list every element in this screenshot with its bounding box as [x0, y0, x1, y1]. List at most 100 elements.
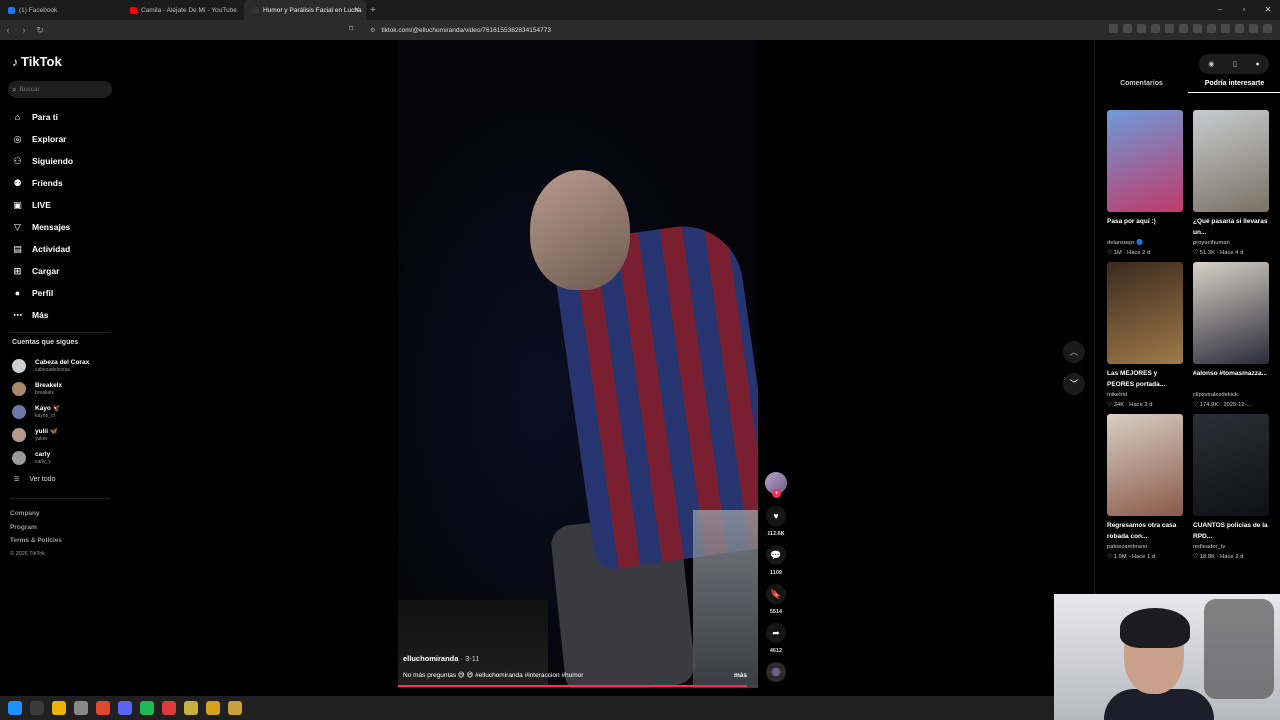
- back-icon[interactable]: ‹: [0, 25, 16, 35]
- video-author[interactable]: clipsviralesdekick: [1193, 390, 1269, 400]
- extension-icon[interactable]: [1249, 24, 1258, 33]
- reload-icon[interactable]: ↻: [32, 25, 48, 36]
- extension-icon[interactable]: [1179, 24, 1188, 33]
- forward-icon[interactable]: ›: [16, 25, 32, 35]
- sidebar-item-explorar[interactable]: ◎ Explorar: [11, 128, 73, 150]
- tiktok-logo[interactable]: ♪ TikTok: [12, 54, 62, 69]
- suggested-video-card[interactable]: Pasa por aquí :) delarosepr 🔵 ♡ 1M · Hace …: [1107, 110, 1183, 258]
- extension-icon[interactable]: [1137, 24, 1146, 33]
- following-account[interactable]: yulii 🦋 yulixv: [12, 423, 89, 446]
- taskbar-app-icon[interactable]: [206, 701, 220, 715]
- suggested-video-card[interactable]: CUANTOS policias de la RPD... redleader_t…: [1193, 414, 1269, 562]
- sidebar-item-siguiendo[interactable]: ⚇ Siguiendo: [11, 150, 73, 172]
- video-thumbnail[interactable]: [1107, 262, 1183, 364]
- suggested-video-card[interactable]: Las MEJORES y PEORES portada... mikelrid ♡…: [1107, 262, 1183, 410]
- video-thumbnail[interactable]: [1193, 110, 1269, 212]
- phone-icon[interactable]: ▯: [1233, 60, 1237, 68]
- video-thumbnail[interactable]: [1193, 262, 1269, 364]
- taskbar-app-icon[interactable]: [118, 701, 132, 715]
- tab-suggestions[interactable]: Podría interesarte: [1188, 80, 1280, 93]
- footer-link-program[interactable]: Program: [10, 521, 62, 535]
- site-info-icon[interactable]: ⚙: [370, 27, 375, 34]
- following-account[interactable]: Breakelx breakelx: [12, 377, 89, 400]
- close-tab-icon[interactable]: ✕: [354, 6, 360, 14]
- video-author[interactable]: proyecthuman: [1193, 238, 1269, 248]
- search-box[interactable]: ⌕: [8, 81, 112, 98]
- tab-comments[interactable]: Comentarios: [1095, 80, 1188, 93]
- sidebar-item-mensajes[interactable]: ▽ Mensajes: [11, 216, 73, 238]
- extension-icon[interactable]: [1109, 24, 1118, 33]
- extension-icon[interactable]: [1165, 24, 1174, 33]
- bookmark-icon[interactable]: ⌑: [349, 24, 353, 33]
- sidebar-item-más[interactable]: ⋯ Más: [11, 304, 73, 326]
- description-more-link[interactable]: más: [734, 672, 747, 679]
- video-player[interactable]: elluchomiranda · 3-11 No más preguntas 😅…: [398, 40, 758, 688]
- minimize-icon[interactable]: –: [1208, 0, 1232, 20]
- suggested-video-card[interactable]: #alonso #tomasmazza... clipsviralesdekick…: [1193, 262, 1269, 410]
- taskbar-app-icon[interactable]: [228, 701, 242, 715]
- extension-icon[interactable]: [1207, 24, 1216, 33]
- video-progress-bar[interactable]: [398, 685, 758, 687]
- extension-icon[interactable]: [1221, 24, 1230, 33]
- see-all-link[interactable]: ☰ Ver todo: [14, 476, 55, 483]
- suggested-video-card[interactable]: Regresamos otra casa robada con... patoez…: [1107, 414, 1183, 562]
- browser-tab-tiktok[interactable]: Humor y Parálisis Facial en Lucha ✕: [244, 0, 366, 20]
- video-thumbnail[interactable]: [1107, 110, 1183, 212]
- extension-icon[interactable]: [1193, 24, 1202, 33]
- video-author[interactable]: patoezambrano: [1107, 542, 1183, 552]
- new-tab-icon[interactable]: +: [370, 5, 376, 16]
- browser-tab-facebook[interactable]: (1) Facebook: [0, 0, 122, 20]
- url-field[interactable]: ⚙ tiktok.com/@elluchomiranda/video/76161…: [370, 24, 930, 36]
- user-avatar-icon[interactable]: ●: [1255, 61, 1259, 68]
- video-author[interactable]: elluchomiranda · 3-11: [403, 654, 733, 663]
- bookmark-save-icon[interactable]: 🔖: [766, 584, 786, 604]
- extension-icon[interactable]: [1151, 24, 1160, 33]
- video-author[interactable]: mikelrid: [1107, 390, 1183, 400]
- comment-icon[interactable]: 💬: [766, 545, 786, 565]
- next-video-button[interactable]: ﹀: [1063, 373, 1085, 395]
- close-window-icon[interactable]: ✕: [1256, 0, 1280, 20]
- video-title[interactable]: Pasa por aquí :): [1107, 216, 1183, 238]
- taskbar-app-icon[interactable]: [184, 701, 198, 715]
- video-title[interactable]: ¿Qué pasaría si llevaras un...: [1193, 216, 1269, 238]
- heart-icon[interactable]: ♥: [766, 506, 786, 526]
- taskbar-app-icon[interactable]: [96, 701, 110, 715]
- video-thumbnail[interactable]: [1193, 414, 1269, 516]
- extension-icon[interactable]: [1235, 24, 1244, 33]
- music-disc-icon[interactable]: [766, 662, 786, 682]
- taskbar-app-icon[interactable]: [52, 701, 66, 715]
- like-action[interactable]: ♥ 112.6K: [766, 506, 786, 541]
- author-avatar[interactable]: +: [765, 472, 787, 498]
- browser-tab-youtube[interactable]: Camila - Aléjate De Mí - YouTube: [122, 0, 244, 20]
- video-title[interactable]: Las MEJORES y PEORES portada...: [1107, 368, 1183, 390]
- video-author[interactable]: delarosepr 🔵: [1107, 238, 1183, 248]
- video-author[interactable]: redleader_tv: [1193, 542, 1269, 552]
- following-account[interactable]: Kayo 🦅 kayoo_cl: [12, 400, 89, 423]
- extension-icon[interactable]: [1123, 24, 1132, 33]
- sidebar-item-perfil[interactable]: ● Perfil: [11, 282, 73, 304]
- follow-plus-icon[interactable]: +: [772, 489, 781, 498]
- footer-link-terms[interactable]: Terms & Policies: [10, 534, 62, 548]
- extension-icon[interactable]: [1263, 24, 1272, 33]
- sidebar-item-para-ti[interactable]: ⌂ Para ti: [11, 106, 73, 128]
- share-action[interactable]: ➦ 4612: [766, 623, 786, 658]
- sidebar-item-actividad[interactable]: ▤ Actividad: [11, 238, 73, 260]
- comment-action[interactable]: 💬 1109: [766, 545, 786, 580]
- taskbar-app-icon[interactable]: [140, 701, 154, 715]
- taskbar-app-icon[interactable]: [8, 701, 22, 715]
- sidebar-item-cargar[interactable]: ⊞ Cargar: [11, 260, 73, 282]
- search-input[interactable]: [19, 86, 100, 93]
- video-thumbnail[interactable]: [1107, 414, 1183, 516]
- suggested-video-card[interactable]: ¿Qué pasaría si llevaras un... proyecthum…: [1193, 110, 1269, 258]
- following-account[interactable]: Cabeza del Corax cabezadelcorax: [12, 354, 89, 377]
- save-action[interactable]: 🔖 5514: [766, 584, 786, 619]
- circle-icon[interactable]: ◉: [1208, 60, 1214, 68]
- video-title[interactable]: #alonso #tomasmazza...: [1193, 368, 1269, 390]
- video-title[interactable]: Regresamos otra casa robada con...: [1107, 520, 1183, 542]
- maximize-icon[interactable]: ▫: [1232, 0, 1256, 20]
- footer-link-company[interactable]: Company: [10, 507, 62, 521]
- sidebar-item-live[interactable]: ▣ LIVE: [11, 194, 73, 216]
- sidebar-item-friends[interactable]: ⚉ Friends: [11, 172, 73, 194]
- previous-video-button[interactable]: ︿: [1063, 341, 1085, 363]
- share-icon[interactable]: ➦: [766, 623, 786, 643]
